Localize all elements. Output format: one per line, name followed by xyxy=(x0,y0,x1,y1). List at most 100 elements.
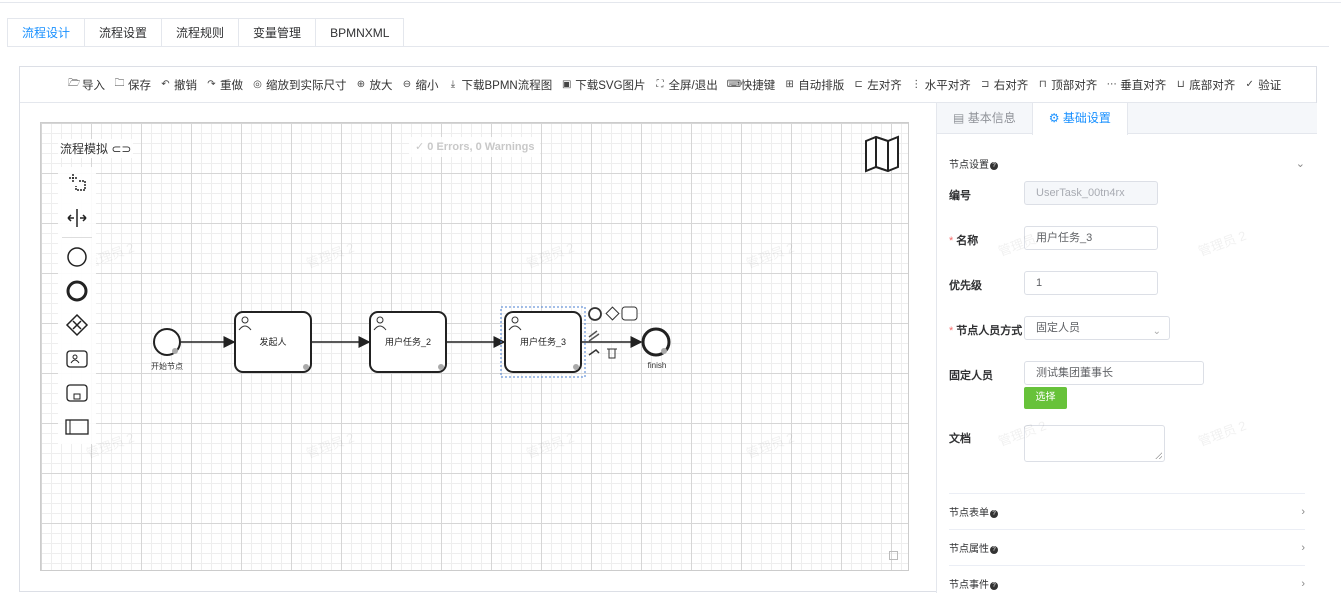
align-middle-icon: ⋯ xyxy=(1106,79,1117,90)
toolbar-label: 左对齐 xyxy=(867,79,902,92)
trash-icon[interactable] xyxy=(607,348,617,359)
toolbar-button-align-right[interactable]: ⊐ 右对齐 xyxy=(980,77,1029,93)
chevron-down-icon: ⌄ xyxy=(1295,157,1305,170)
toolbar-label: 放大 xyxy=(369,79,393,92)
toolbar-button-auto-layout[interactable]: ⊞ 自动排版 xyxy=(784,77,845,93)
toolbar-button-zoom-in[interactable]: ⊕ 放大 xyxy=(356,77,393,93)
tab-process-settings[interactable]: 流程设置 xyxy=(84,18,162,47)
priority-label: 优先级 xyxy=(949,280,982,292)
section-title: 节点事件 xyxy=(949,580,989,591)
chevron-right-icon: › xyxy=(1301,505,1305,518)
doc-label: 文档 xyxy=(949,433,971,445)
palette-hand-tool[interactable] xyxy=(58,167,96,201)
align-bottom-icon: ⊔ xyxy=(1176,79,1185,90)
toolbar-button-align-top[interactable]: ⊓ 顶部对齐 xyxy=(1037,77,1097,93)
toolbar-button-image[interactable]: ▣ 下载SVG图片 xyxy=(561,77,646,93)
tab-process-design[interactable]: 流程设计 xyxy=(7,18,85,47)
toolbar-label: 下载SVG图片 xyxy=(575,79,646,92)
doc-textarea[interactable] xyxy=(1024,425,1165,462)
palette-gateway[interactable] xyxy=(58,308,96,342)
process-simulation-toggle[interactable]: 流程模拟 ⊂⊃ xyxy=(58,139,134,158)
section-title: 节点属性 xyxy=(949,544,989,555)
section-node-form[interactable]: 节点表单? › xyxy=(949,493,1305,529)
toolbar-button-folder-open[interactable]: 🗁 导入 xyxy=(68,76,105,93)
toolbar-label: 验证 xyxy=(1258,79,1282,92)
name-label: * 名称 xyxy=(949,235,979,247)
select-user-button[interactable]: 选择 xyxy=(1024,387,1067,409)
toolbar-button-keyboard[interactable]: ⌨ 快捷键 xyxy=(727,77,776,93)
align-center-icon: ⋮ xyxy=(911,79,922,90)
end-event[interactable] xyxy=(641,327,671,357)
task-label: 发起人 xyxy=(259,336,286,347)
toolbar-button-zoom-out[interactable]: ⊖ 缩小 xyxy=(402,77,439,93)
validation-text: 0 Errors, 0 Warnings xyxy=(427,141,535,153)
append-gateway-icon[interactable] xyxy=(605,306,620,321)
wrench-icon[interactable] xyxy=(588,349,600,356)
section-node-properties[interactable]: 节点属性? › xyxy=(949,529,1305,565)
validation-status: ✓ 0 Errors, 0 Warnings xyxy=(409,137,541,157)
tool-palette xyxy=(58,167,96,444)
priority-input[interactable]: 1 xyxy=(1024,271,1158,295)
section-node-settings[interactable]: 节点设置? ⌄ xyxy=(949,145,1305,181)
id-label: 编号 xyxy=(949,190,971,202)
palette-start-event[interactable] xyxy=(58,240,96,274)
fixed-user-input[interactable]: 测试集团董事长 xyxy=(1024,361,1204,385)
append-end-event-icon[interactable] xyxy=(588,307,602,321)
tab-basic-settings[interactable]: ⚙ 基础设置 xyxy=(1031,103,1128,135)
assignee-type-select[interactable]: 固定人员 ⌄ xyxy=(1024,316,1170,340)
bpmn-canvas[interactable]: 管理员 2 管理员 2 管理员 2 管理员 2 管理员 2 管理员 2 管理员 … xyxy=(40,122,909,571)
watermark: 管理员 2 xyxy=(1196,227,1249,260)
space-tool-icon xyxy=(67,209,87,227)
palette-pool[interactable] xyxy=(58,410,96,444)
canvas-corner-box[interactable] xyxy=(889,551,898,560)
panel-tabs: ▤ 基本信息 ⚙ 基础设置 xyxy=(937,103,1317,135)
designer-toolbar: 🗁 导入 🗀 保存 ↶ 撤销 ↷ 重做 ◎ 缩放到实际尺寸 ⊕ 放大 ⊖ 缩小 ⤓ 下载BPMN流程图 ▣ 下载S… xyxy=(20,67,1316,103)
download-icon: ⤓ xyxy=(450,79,456,90)
toolbar-label: 右对齐 xyxy=(993,79,1029,92)
toolbar-button-align-center[interactable]: ⋮ 水平对齐 xyxy=(911,77,971,93)
append-task-icon[interactable] xyxy=(621,306,638,321)
toolbar-button-align-bottom[interactable]: ⊔ 底部对齐 xyxy=(1175,77,1235,93)
toolbar-button-undo[interactable]: ↶ 撤销 xyxy=(160,77,197,93)
toolbar-button-download[interactable]: ⤓ 下载BPMN流程图 xyxy=(448,77,552,93)
toolbar-button-fullscreen[interactable]: ⛶ 全屏/退出 xyxy=(655,77,718,93)
palette-space-tool[interactable] xyxy=(58,201,96,235)
toolbar-button-folder[interactable]: 🗀 保存 xyxy=(114,76,152,93)
toolbar-button-align-middle[interactable]: ⋯ 垂直对齐 xyxy=(1106,77,1167,93)
section-node-events[interactable]: 节点事件? › xyxy=(949,565,1305,601)
toolbar-label: 保存 xyxy=(128,79,151,92)
tab-process-rules[interactable]: 流程规则 xyxy=(161,18,239,47)
palette-subprocess[interactable] xyxy=(58,376,96,410)
toolbar-label: 垂直对齐 xyxy=(1120,79,1167,92)
toolbar-label: 缩放到实际尺寸 xyxy=(266,79,347,92)
toolbar-button-fit[interactable]: ◎ 缩放到实际尺寸 xyxy=(252,77,347,93)
start-event[interactable] xyxy=(153,328,181,356)
tab-bpmn-xml[interactable]: BPMNXML xyxy=(315,18,405,47)
id-field: UserTask_00tn4rx xyxy=(1024,181,1158,205)
toolbar-label: 重做 xyxy=(220,79,243,92)
name-input[interactable]: 用户任务_3 xyxy=(1024,226,1158,250)
tab-variable-management[interactable]: 变量管理 xyxy=(238,18,316,47)
toolbar-button-redo[interactable]: ↷ 重做 xyxy=(206,77,243,93)
main-tabs: 流程设计 流程设置 流程规则 变量管理 BPMNXML xyxy=(7,18,405,47)
toolbar-label: 底部对齐 xyxy=(1189,79,1236,92)
connect-icon[interactable] xyxy=(588,330,600,342)
simulation-label: 流程模拟 xyxy=(60,142,109,156)
toolbar-button-check[interactable]: ✓ 验证 xyxy=(1244,77,1282,93)
end-event-icon xyxy=(66,280,88,302)
palette-user-task[interactable] xyxy=(58,342,96,376)
toolbar-button-align-left[interactable]: ⊏ 左对齐 xyxy=(853,77,902,93)
assignee-type-label: * 节点人员方式 xyxy=(949,325,1023,337)
lasso-tool-icon xyxy=(69,174,86,191)
check-icon: ✓ xyxy=(415,141,425,153)
minimap-icon[interactable] xyxy=(863,135,901,173)
gateway-icon xyxy=(65,313,89,337)
toolbar-label: 撤销 xyxy=(174,79,197,92)
tab-basic-info[interactable]: ▤ 基本信息 xyxy=(937,103,1032,134)
toolbar-label: 导入 xyxy=(82,79,105,92)
palette-end-event[interactable] xyxy=(58,274,96,308)
fixed-user-label: 固定人员 xyxy=(949,370,993,382)
keyboard-icon: ⌨ xyxy=(726,79,742,90)
resize-handle-icon[interactable] xyxy=(1155,452,1162,459)
tab-label: 基本信息 xyxy=(967,111,1016,125)
